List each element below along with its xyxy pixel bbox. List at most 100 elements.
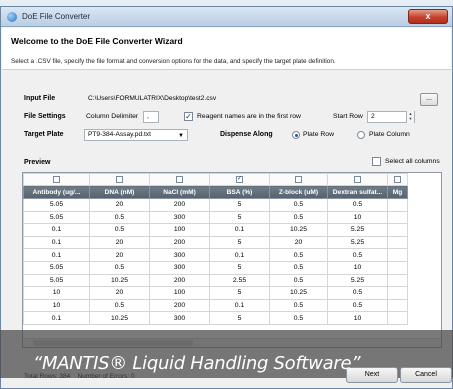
table-cell: 10.25: [269, 286, 328, 300]
column-header[interactable]: Antibody (ug/...: [23, 185, 90, 199]
wizard-title: Welcome to the DoE File Converter Wizard: [11, 36, 183, 46]
table-cell: 5.05: [23, 198, 90, 212]
column-checkbox[interactable]: [53, 175, 60, 183]
radio-plate-row[interactable]: [292, 131, 300, 139]
column-header[interactable]: BSA (%): [209, 185, 270, 199]
table-row: 5.05 0.5 300 5 0.5 10: [23, 210, 408, 225]
wizard-subtitle: Select a .CSV file, specify the file for…: [11, 58, 336, 65]
table-row: 0.1 10.25 300 5 0.5 10: [23, 311, 408, 325]
total-rows-text: Total Rows: 384: [24, 373, 71, 380]
table-cell: [387, 286, 408, 300]
close-button[interactable]: x: [408, 9, 448, 24]
table-cell: [387, 311, 408, 325]
table-cell: [387, 223, 408, 237]
column-select-cell: [269, 173, 328, 186]
input-file-field[interactable]: C:\Users\FORMULATRIX\Desktop\test2.csv: [84, 93, 412, 105]
header-row: Antibody (ug/... DNA (nM) NaCl (mM) BSA (%)…: [23, 185, 408, 199]
spin-arrows-icon[interactable]: ▲ ▼: [406, 111, 414, 123]
table-cell: 5: [209, 210, 270, 225]
plate-column-label: Plate Column: [369, 131, 410, 138]
table-cell: 0.1: [23, 235, 90, 250]
table-cell: 0.5: [269, 298, 328, 313]
table-row: 0.1 20 200 5 20 5.25: [23, 235, 408, 250]
table-cell: 300: [149, 260, 210, 275]
reagent-names-label: Reagent names are in the first row: [197, 113, 301, 120]
table-cell: 300: [149, 210, 210, 225]
table-cell: 0.1: [23, 248, 90, 262]
column-checkbox[interactable]: [295, 175, 302, 183]
input-file-label: Input File: [24, 95, 56, 102]
table-cell: 0.5: [89, 260, 150, 275]
table-cell: 5.25: [327, 223, 388, 237]
status-text: Total Rows: 384 Number of Errors: 0: [24, 373, 135, 380]
table-cell: 10.25: [269, 223, 328, 237]
column-select-row: ✓: [23, 173, 408, 186]
table-cell: 5: [209, 311, 270, 325]
table-cell: 200: [149, 235, 210, 250]
table-cell: 0.5: [269, 198, 328, 212]
table-cell: 0.5: [269, 260, 328, 275]
column-header[interactable]: DNA (nM): [89, 185, 150, 199]
column-checkbox[interactable]: [354, 175, 361, 183]
table-cell: 0.5: [269, 210, 328, 225]
column-checkbox[interactable]: [116, 175, 123, 183]
table-cell: 300: [149, 311, 210, 325]
table-cell: 10: [327, 260, 388, 275]
table-cell: 5: [209, 286, 270, 300]
cancel-button[interactable]: Cancel: [400, 367, 452, 383]
table-row: 5.05 20 200 5 0.5 0.5: [23, 198, 408, 212]
table-row: 0.1 20 300 0.1 0.5 0.5: [23, 248, 408, 262]
column-select-cell: ✓: [209, 173, 270, 186]
column-select-cell: [23, 173, 90, 186]
table-cell: 10.25: [89, 311, 150, 325]
title-bar: DoE File Converter: [1, 7, 452, 27]
column-header[interactable]: Mg: [387, 185, 408, 199]
table-cell: 20: [269, 235, 328, 250]
preview-grid[interactable]: ✓ Antibody (ug/... DNA (nM) NaCl (mM) BSA (%…: [22, 172, 442, 348]
column-header[interactable]: NaCl (mM): [149, 185, 210, 199]
select-all-checkbox[interactable]: [372, 157, 381, 166]
table-cell: 200: [149, 198, 210, 212]
table-cell: 100: [149, 223, 210, 237]
table-cell: 5.25: [327, 235, 388, 250]
error-count-text: Number of Errors: 0: [77, 373, 135, 380]
reagent-names-checkbox[interactable]: ✓: [184, 112, 193, 121]
column-select-cell: [327, 173, 388, 186]
column-select-cell: [387, 173, 408, 186]
column-header[interactable]: Dextran sulfat...: [327, 185, 388, 199]
start-row-stepper[interactable]: 2 ▲ ▼: [367, 111, 415, 123]
table-cell: 10: [327, 311, 388, 325]
target-plate-select[interactable]: PT9-384-Assay.pd.txt ▼: [84, 129, 188, 141]
table-row: 5.05 0.5 300 5 0.5 10: [23, 260, 408, 275]
radio-plate-column[interactable]: [357, 131, 365, 139]
table-cell: [387, 198, 408, 212]
column-checkbox[interactable]: [394, 175, 401, 183]
start-row-label: Start Row: [333, 113, 363, 120]
wizard-header: Welcome to the DoE File Converter Wizard…: [2, 28, 451, 70]
table-row: 5.05 10.25 200 2.55 0.5 5.25: [23, 273, 408, 288]
table-cell: 0.5: [89, 223, 150, 237]
target-plate-label: Target Plate: [24, 131, 64, 138]
column-header[interactable]: Z-block (uM): [269, 185, 328, 199]
column-checkbox[interactable]: ✓: [236, 175, 243, 183]
column-delimiter-input[interactable]: ,: [143, 111, 159, 123]
table-cell: 10: [327, 210, 388, 225]
table-cell: 20: [89, 198, 150, 212]
preview-table: ✓ Antibody (ug/... DNA (nM) NaCl (mM) BSA (%…: [23, 173, 408, 325]
table-cell: 20: [89, 248, 150, 262]
table-cell: 0.5: [269, 248, 328, 262]
target-plate-value: PT9-384-Assay.pd.txt: [88, 131, 151, 138]
table-cell: 10: [23, 286, 90, 300]
table-cell: 0.1: [23, 311, 90, 325]
column-checkbox[interactable]: [176, 175, 183, 183]
table-cell: 0.1: [209, 248, 270, 262]
column-delimiter-label: Column Delimiter: [86, 113, 139, 120]
table-cell: 0.5: [89, 210, 150, 225]
table-row: 0.1 0.5 100 0.1 10.25 5.25: [23, 223, 408, 237]
table-cell: [387, 298, 408, 313]
table-row: 10 0.5 200 0.1 0.5 0.5: [23, 298, 408, 313]
browse-button[interactable]: ...: [420, 93, 438, 106]
table-cell: 0.5: [89, 298, 150, 313]
table-cell: [387, 235, 408, 250]
table-cell: 0.5: [327, 286, 388, 300]
